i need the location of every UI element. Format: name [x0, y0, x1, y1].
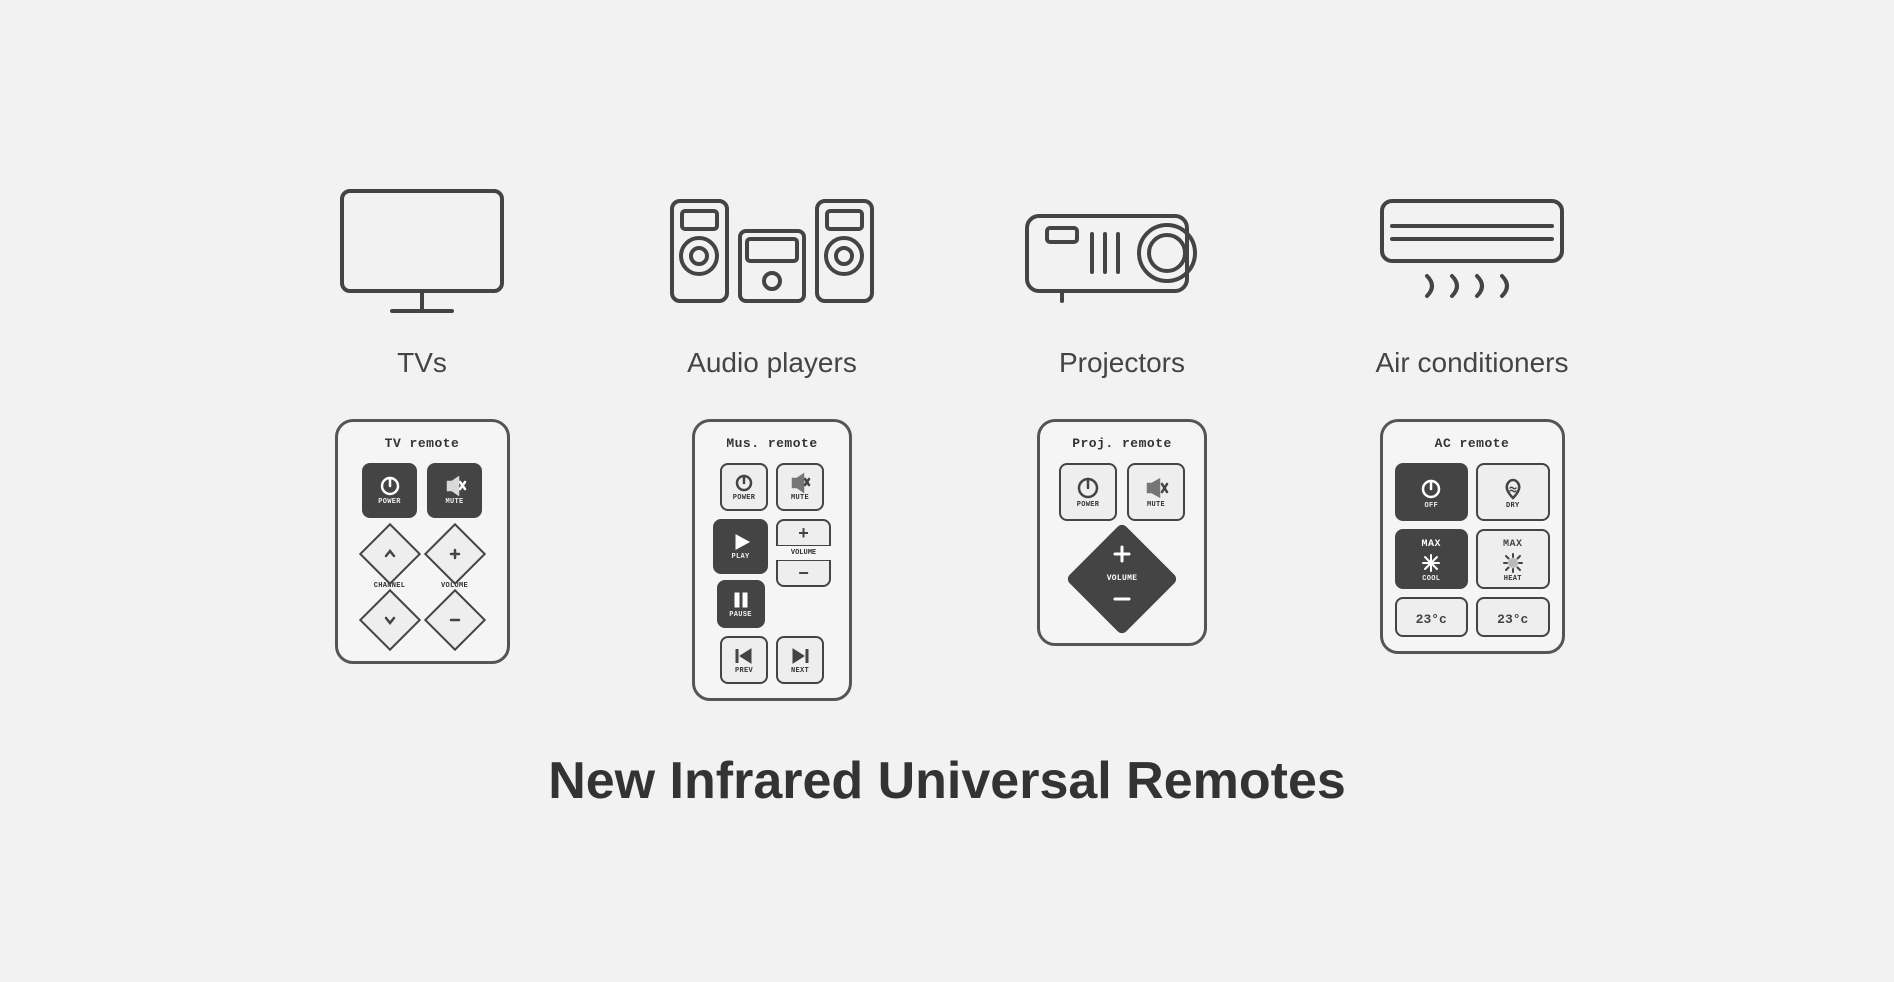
tv-volume-up-button[interactable]	[427, 526, 482, 581]
tv-remote-title: TV remote	[385, 436, 460, 451]
tv-icon	[322, 181, 522, 321]
remotes-row: TV remote POWER	[247, 419, 1647, 701]
mus-pause-button[interactable]: PAUSE	[717, 580, 765, 628]
ac-dry-button[interactable]: DRY	[1476, 463, 1550, 521]
ac-remote-column: AC remote OFF	[1297, 419, 1647, 654]
tv-mute-label: MUTE	[445, 499, 463, 506]
ac-temp-heat-button[interactable]: 23°c	[1476, 597, 1550, 637]
proj-volume-control: VOLUME	[1077, 534, 1167, 624]
devices-row: TVs	[247, 171, 1647, 389]
ac-off-label: OFF	[1424, 503, 1438, 510]
mus-mute-label: MUTE	[791, 495, 809, 502]
mus-play-button[interactable]: PLAY	[713, 519, 768, 574]
ac-label: Air conditioners	[1376, 347, 1569, 379]
tv-remote: TV remote POWER	[335, 419, 510, 664]
device-column-projectors: Projectors	[947, 171, 1297, 379]
ac-off-button[interactable]: OFF	[1395, 463, 1469, 521]
ac-remote-title: AC remote	[1435, 436, 1510, 451]
mus-volume-label: VOLUME	[791, 549, 816, 557]
page-title: New Infrared Universal Remotes	[548, 751, 1346, 811]
proj-power-mute-row: POWER MUTE	[1052, 463, 1192, 521]
proj-volume-up-button[interactable]	[1108, 540, 1136, 573]
ac-heat-label: HEAT	[1504, 576, 1522, 583]
ac-temp-cool-value: 23°c	[1416, 612, 1447, 627]
ac-cool-label: COOL	[1422, 576, 1440, 583]
tv-icon-area	[322, 171, 522, 331]
proj-remote-title: Proj. remote	[1072, 436, 1172, 451]
device-column-audio: Audio players	[597, 171, 947, 379]
projectors-label: Projectors	[1059, 347, 1185, 379]
mus-mute-button[interactable]: MUTE	[776, 463, 824, 511]
ac-remote: AC remote OFF	[1380, 419, 1565, 654]
proj-mute-button[interactable]: MUTE	[1127, 463, 1185, 521]
proj-volume-down-button[interactable]	[1108, 585, 1136, 618]
proj-remote: Proj. remote POWER	[1037, 419, 1207, 646]
mus-remote-title: Mus. remote	[726, 436, 817, 451]
mus-play-vol-row: PLAY PAUSE + VOLUME −	[707, 519, 837, 628]
ac-max-cool-button[interactable]: MAX COOL	[1395, 529, 1469, 589]
ac-buttons-grid: OFF DRY MAX	[1395, 463, 1550, 637]
mus-volume-up-button[interactable]: +	[776, 519, 831, 546]
mus-pause-label: PAUSE	[729, 612, 752, 619]
tv-mute-button[interactable]: MUTE	[427, 463, 482, 518]
tv-channel-up-button[interactable]	[362, 526, 417, 581]
projector-icon	[1012, 186, 1232, 316]
mus-power-button[interactable]: POWER	[720, 463, 768, 511]
ac-max-heat-button[interactable]: MAX HEAT	[1476, 529, 1550, 589]
audio-icon-area	[662, 171, 882, 331]
mus-play-label: PLAY	[731, 554, 749, 561]
projector-icon-area	[1012, 171, 1232, 331]
audio-label: Audio players	[687, 347, 857, 379]
proj-power-button[interactable]: POWER	[1059, 463, 1117, 521]
proj-volume-label: VOLUME	[1107, 575, 1138, 583]
tv-power-label: POWER	[378, 499, 401, 506]
ac-temp-heat-value: 23°c	[1497, 612, 1528, 627]
mus-prev-label: PREV	[735, 668, 753, 675]
mus-prev-next-row: PREV NEXT	[707, 636, 837, 684]
tv-channel-volume-row: CHANNEL	[350, 526, 495, 647]
ac-icon	[1362, 181, 1582, 321]
device-column-tvs: TVs	[247, 171, 597, 379]
proj-remote-column: Proj. remote POWER	[947, 419, 1297, 646]
mus-power-mute-row: POWER MUTE	[707, 463, 837, 511]
mus-next-label: NEXT	[791, 668, 809, 675]
main-container: TVs	[247, 171, 1647, 811]
tv-remote-column: TV remote POWER	[247, 419, 597, 664]
mus-power-label: POWER	[733, 495, 756, 502]
device-column-ac: Air conditioners	[1297, 171, 1647, 379]
mus-remote-column: Mus. remote POWER	[597, 419, 947, 701]
proj-power-label: POWER	[1077, 502, 1100, 509]
ac-icon-area	[1362, 171, 1582, 331]
mus-next-button[interactable]: NEXT	[776, 636, 824, 684]
ac-temp-cool-button[interactable]: 23°c	[1395, 597, 1469, 637]
mus-prev-button[interactable]: PREV	[720, 636, 768, 684]
tv-volume-down-button[interactable]	[427, 592, 482, 647]
tvs-label: TVs	[397, 347, 447, 379]
proj-mute-label: MUTE	[1147, 502, 1165, 509]
tv-power-mute-row: POWER MUTE	[350, 463, 495, 518]
mus-remote: Mus. remote POWER	[692, 419, 852, 701]
ac-dry-label: DRY	[1506, 503, 1520, 510]
mus-volume-down-button[interactable]: −	[776, 560, 831, 587]
tv-power-button[interactable]: POWER	[362, 463, 417, 518]
audio-icon	[662, 181, 882, 321]
tv-channel-down-button[interactable]	[362, 592, 417, 647]
